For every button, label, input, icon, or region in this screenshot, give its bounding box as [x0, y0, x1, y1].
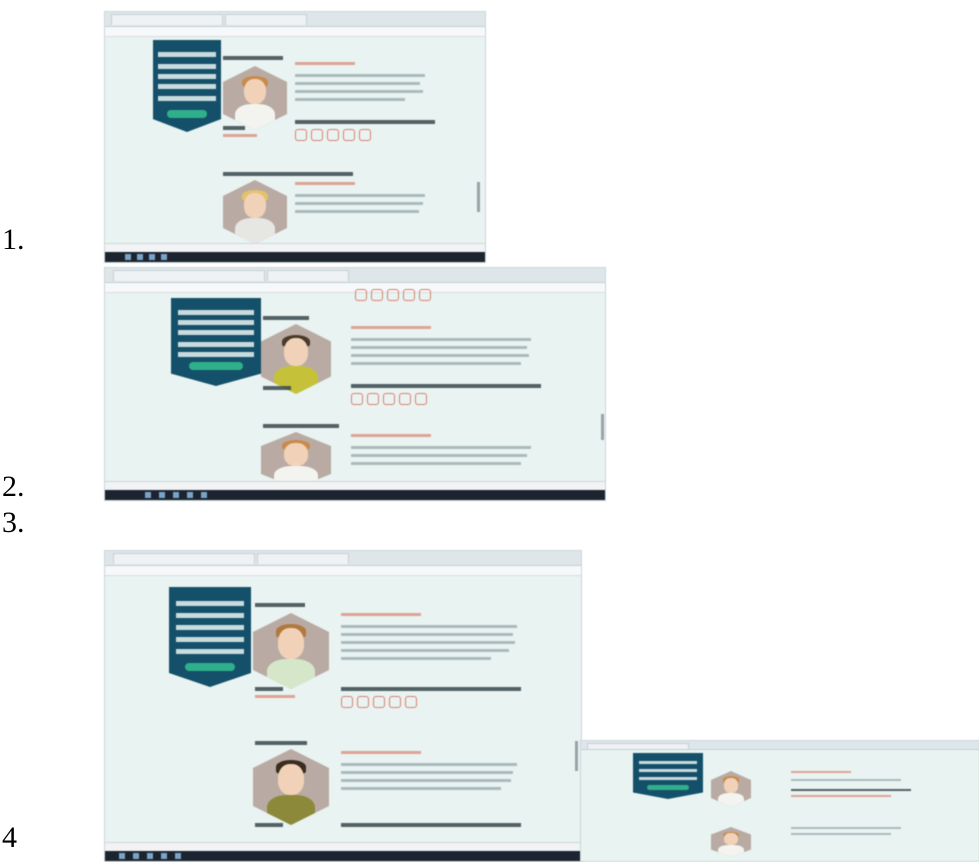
profession-filter-panel [169, 587, 251, 687]
label-2: 2. [2, 470, 25, 503]
taskbar [105, 490, 605, 500]
skill-icons [351, 392, 431, 405]
screenshot-4 [580, 740, 979, 862]
profession-avatar [711, 771, 751, 807]
search-button [166, 110, 208, 118]
profession-avatar [223, 66, 287, 130]
search-button [189, 362, 243, 370]
screenshot-3 [104, 550, 582, 862]
browser-tabbar [105, 551, 581, 566]
screenshot-2 [104, 267, 606, 501]
profession-filter-panel [171, 298, 261, 386]
skill-icons [355, 288, 435, 301]
downloads-bar [105, 243, 485, 252]
downloads-bar [105, 481, 605, 490]
downloads-bar [105, 842, 581, 851]
label-1: 1. [2, 223, 25, 256]
skill-icons [341, 695, 421, 708]
browser-tabbar [105, 12, 485, 27]
profession-filter-panel [153, 40, 221, 132]
profession-avatar [711, 827, 751, 857]
address-bar [105, 27, 485, 37]
profession-filter-panel [633, 753, 703, 799]
skill-icons [295, 128, 375, 141]
search-button [185, 663, 235, 671]
profession-avatar [261, 432, 331, 488]
profession-avatar [253, 613, 329, 689]
browser-tabbar [581, 741, 979, 750]
taskbar [105, 851, 581, 861]
taskbar [105, 252, 485, 262]
browser-tabbar [105, 268, 605, 283]
search-button [647, 785, 689, 790]
profession-avatar [223, 180, 287, 244]
screenshot-1 [104, 11, 486, 263]
profession-avatar [261, 324, 331, 394]
address-bar [105, 566, 581, 576]
profession-avatar [253, 749, 329, 825]
label-4: 4 [2, 821, 17, 854]
label-3: 3. [2, 506, 25, 539]
